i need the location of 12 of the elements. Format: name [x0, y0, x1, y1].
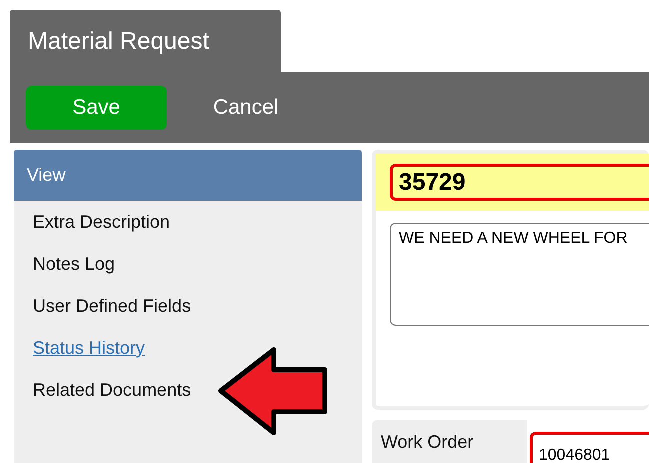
number-field[interactable]: 35729 — [390, 164, 649, 201]
sidebar-item[interactable]: Related Documents — [33, 377, 192, 403]
sidebar-item[interactable]: Extra Description — [33, 209, 170, 235]
window-title: Material Request — [10, 10, 281, 72]
cancel-button[interactable]: Cancel — [191, 86, 301, 130]
sidebar-item[interactable]: Notes Log — [33, 251, 116, 277]
sidebar-item[interactable]: User Defined Fields — [33, 293, 192, 319]
description-field[interactable]: WE NEED A NEW WHEEL FOR — [390, 223, 649, 326]
sidebar-header: View — [14, 150, 362, 201]
sidebar-link[interactable]: Status History — [33, 335, 146, 361]
field-label: Work Order — [380, 431, 475, 454]
work-order-field[interactable]: 10046801 — [530, 432, 649, 463]
